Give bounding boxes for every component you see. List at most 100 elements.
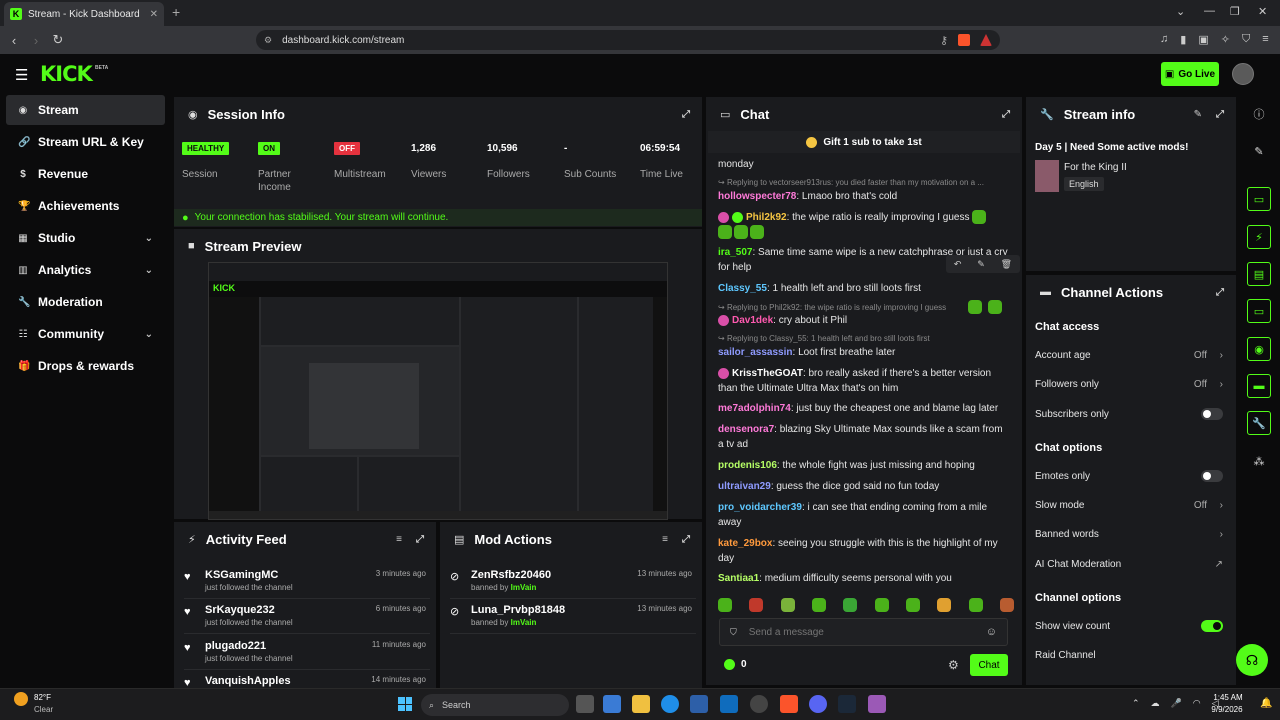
file-explorer-icon[interactable] xyxy=(632,695,650,713)
chat-username[interactable]: Dav1dek xyxy=(732,315,773,326)
menu-icon[interactable]: ≡ xyxy=(1262,33,1268,46)
follower-name[interactable]: VanquishApples xyxy=(205,675,291,687)
radio-panel-icon[interactable]: ◉ xyxy=(1247,337,1271,361)
edit-icon[interactable]: ✎ xyxy=(1247,139,1271,163)
sidebar-item-revenue[interactable]: $ Revenue xyxy=(6,159,165,189)
filter-icon[interactable]: ≡ xyxy=(396,534,402,545)
chat-username[interactable]: Phil2k92 xyxy=(746,212,787,223)
weather-icon[interactable] xyxy=(14,692,28,706)
emote-icon[interactable] xyxy=(999,598,1014,612)
reload-icon[interactable]: ↻ xyxy=(47,32,69,48)
go-live-button[interactable]: ▣ Go Live xyxy=(1161,62,1219,86)
banned-user-name[interactable]: ZenRsfbz20460 xyxy=(471,569,551,581)
widgets-app-icon[interactable] xyxy=(603,695,621,713)
sidebar-item-moderation[interactable]: 🔧 Moderation xyxy=(6,287,165,317)
user-avatar[interactable] xyxy=(1232,63,1254,85)
filter-icon[interactable]: ≡ xyxy=(662,534,668,545)
chat-input-box[interactable]: ⛉ ☺ xyxy=(719,618,1008,646)
obs-icon[interactable] xyxy=(868,695,886,713)
emoji-icon[interactable]: ☺ xyxy=(986,626,997,638)
task-view-icon[interactable] xyxy=(576,695,594,713)
sidebar-item-achievements[interactable]: 🏆 Achievements xyxy=(6,191,165,221)
chat-username[interactable]: densenora7 xyxy=(718,424,774,435)
raid-channel-row[interactable]: Raid Channel xyxy=(1035,647,1225,663)
sidebar-item-studio[interactable]: ▦ Studio ⌄ xyxy=(6,223,165,253)
outlook-icon[interactable] xyxy=(720,695,738,713)
clock-time[interactable]: 1:45 AM xyxy=(1210,693,1246,702)
subscribers-only-toggle[interactable] xyxy=(1201,408,1223,420)
chat-username[interactable]: prodenis106 xyxy=(718,460,777,471)
emote-icon[interactable] xyxy=(749,598,764,612)
store-icon[interactable] xyxy=(690,695,708,713)
chat-username[interactable]: pro_voidarcher39 xyxy=(718,502,802,513)
banned-user-name[interactable]: Luna_Prvbp81848 xyxy=(471,604,565,616)
show-view-count-toggle[interactable] xyxy=(1201,620,1223,632)
kick-points-icon[interactable] xyxy=(724,659,735,670)
category-name[interactable]: For the King II xyxy=(1064,162,1127,173)
sidebar-item-stream[interactable]: ◉ Stream xyxy=(6,95,165,125)
delete-icon[interactable]: 🗑 xyxy=(1001,259,1012,270)
chat-panel-icon[interactable]: ▭ xyxy=(1247,299,1271,323)
follower-name[interactable]: KSGamingMC xyxy=(205,569,278,581)
brave-taskbar-icon[interactable] xyxy=(780,695,798,713)
stream-preview-video[interactable]: KICK xyxy=(208,262,668,520)
gift-sub-banner[interactable]: Gift 1 sub to take 1st xyxy=(708,131,1020,153)
leo-icon[interactable]: ✧ xyxy=(1221,33,1230,46)
emotes-only-toggle[interactable] xyxy=(1201,470,1223,482)
moderator-name[interactable]: ImVain xyxy=(511,618,537,627)
add-panel-icon[interactable]: ⁂ xyxy=(1247,449,1271,473)
key-icon[interactable]: ⚷ xyxy=(940,34,948,47)
vpn-icon[interactable]: ⛉ xyxy=(1242,33,1250,46)
emote-icon[interactable] xyxy=(843,598,858,612)
sidebar-toggle-icon[interactable]: ▮ xyxy=(1180,33,1186,46)
sidebar-item-stream-url-key[interactable]: 🔗 Stream URL & Key xyxy=(6,127,165,157)
brave-shield-icon[interactable] xyxy=(958,34,970,46)
list-panel-icon[interactable]: ▤ xyxy=(1247,262,1271,286)
tray-chevron-icon[interactable]: ⌃ xyxy=(1132,698,1140,709)
chat-settings-icon[interactable]: ⚙ xyxy=(948,658,959,672)
chat-username[interactable]: Classy_55 xyxy=(718,283,767,294)
pin-icon[interactable]: ✎ xyxy=(977,259,985,270)
followers-only-row[interactable]: Followers only Off › xyxy=(1035,376,1225,392)
emote-icon[interactable] xyxy=(968,598,983,612)
steam-icon[interactable] xyxy=(838,695,856,713)
emote-icon[interactable] xyxy=(811,598,826,612)
chat-send-button[interactable]: Chat xyxy=(970,654,1008,676)
ai-chat-moderation-row[interactable]: AI Chat Moderation ↗ xyxy=(1035,556,1225,572)
emote-icon[interactable] xyxy=(874,598,889,612)
back-icon[interactable]: ‹ xyxy=(3,33,25,48)
chat-username[interactable]: kate_29box xyxy=(718,538,772,549)
maximize-icon[interactable]: ❐ xyxy=(1230,5,1240,18)
expand-icon[interactable]: ⤢ xyxy=(1216,287,1224,298)
browser-tab[interactable]: K Stream - Kick Dashboard ✕ xyxy=(4,2,164,26)
sidebar-item-drops-rewards[interactable]: 🎁 Drops & rewards xyxy=(6,351,165,381)
sidebar-item-analytics[interactable]: ▥ Analytics ⌄ xyxy=(6,255,165,285)
site-info-icon[interactable]: ⚙ xyxy=(264,35,272,46)
banned-words-row[interactable]: Banned words › xyxy=(1035,526,1225,542)
new-tab-icon[interactable]: + xyxy=(172,4,180,20)
expand-icon[interactable]: ⤢ xyxy=(416,534,424,545)
mic-icon[interactable]: 🎤 xyxy=(1171,698,1182,709)
emote-icon[interactable] xyxy=(905,598,920,612)
clock-date[interactable]: 9/9/2026 xyxy=(1206,705,1248,714)
slow-mode-row[interactable]: Slow mode Off › xyxy=(1035,497,1225,513)
folder-panel-icon[interactable]: ▬ xyxy=(1247,374,1271,398)
cloud-icon[interactable]: ☁ xyxy=(1151,698,1160,709)
close-window-icon[interactable]: ✕ xyxy=(1258,5,1267,18)
sidebar-item-community[interactable]: ☷ Community ⌄ xyxy=(6,319,165,349)
moderator-name[interactable]: ImVain xyxy=(511,583,537,592)
info-icon[interactable]: ⓘ xyxy=(1247,102,1271,126)
media-icon[interactable]: ♫ xyxy=(1160,33,1168,46)
hamburger-menu-icon[interactable]: ☰ xyxy=(15,66,28,84)
edit-icon[interactable]: ✎ xyxy=(1194,109,1202,120)
wifi-icon[interactable]: ◠ xyxy=(1193,698,1201,709)
expand-icon[interactable]: ⤢ xyxy=(1216,109,1224,120)
wallet-icon[interactable]: ▣ xyxy=(1198,33,1208,46)
address-bar[interactable]: ⚙ dashboard.kick.com/stream ⚷ xyxy=(256,30,1000,50)
kick-logo[interactable]: KICK xyxy=(40,62,93,86)
chat-username[interactable]: hollowspecter78 xyxy=(718,191,796,202)
tab-search-icon[interactable]: ⌄ xyxy=(1176,5,1185,18)
help-chat-icon[interactable]: ☊ xyxy=(1236,644,1268,676)
follower-name[interactable]: SrKayque232 xyxy=(205,604,275,616)
notification-icon[interactable]: 🔔 xyxy=(1260,698,1272,709)
